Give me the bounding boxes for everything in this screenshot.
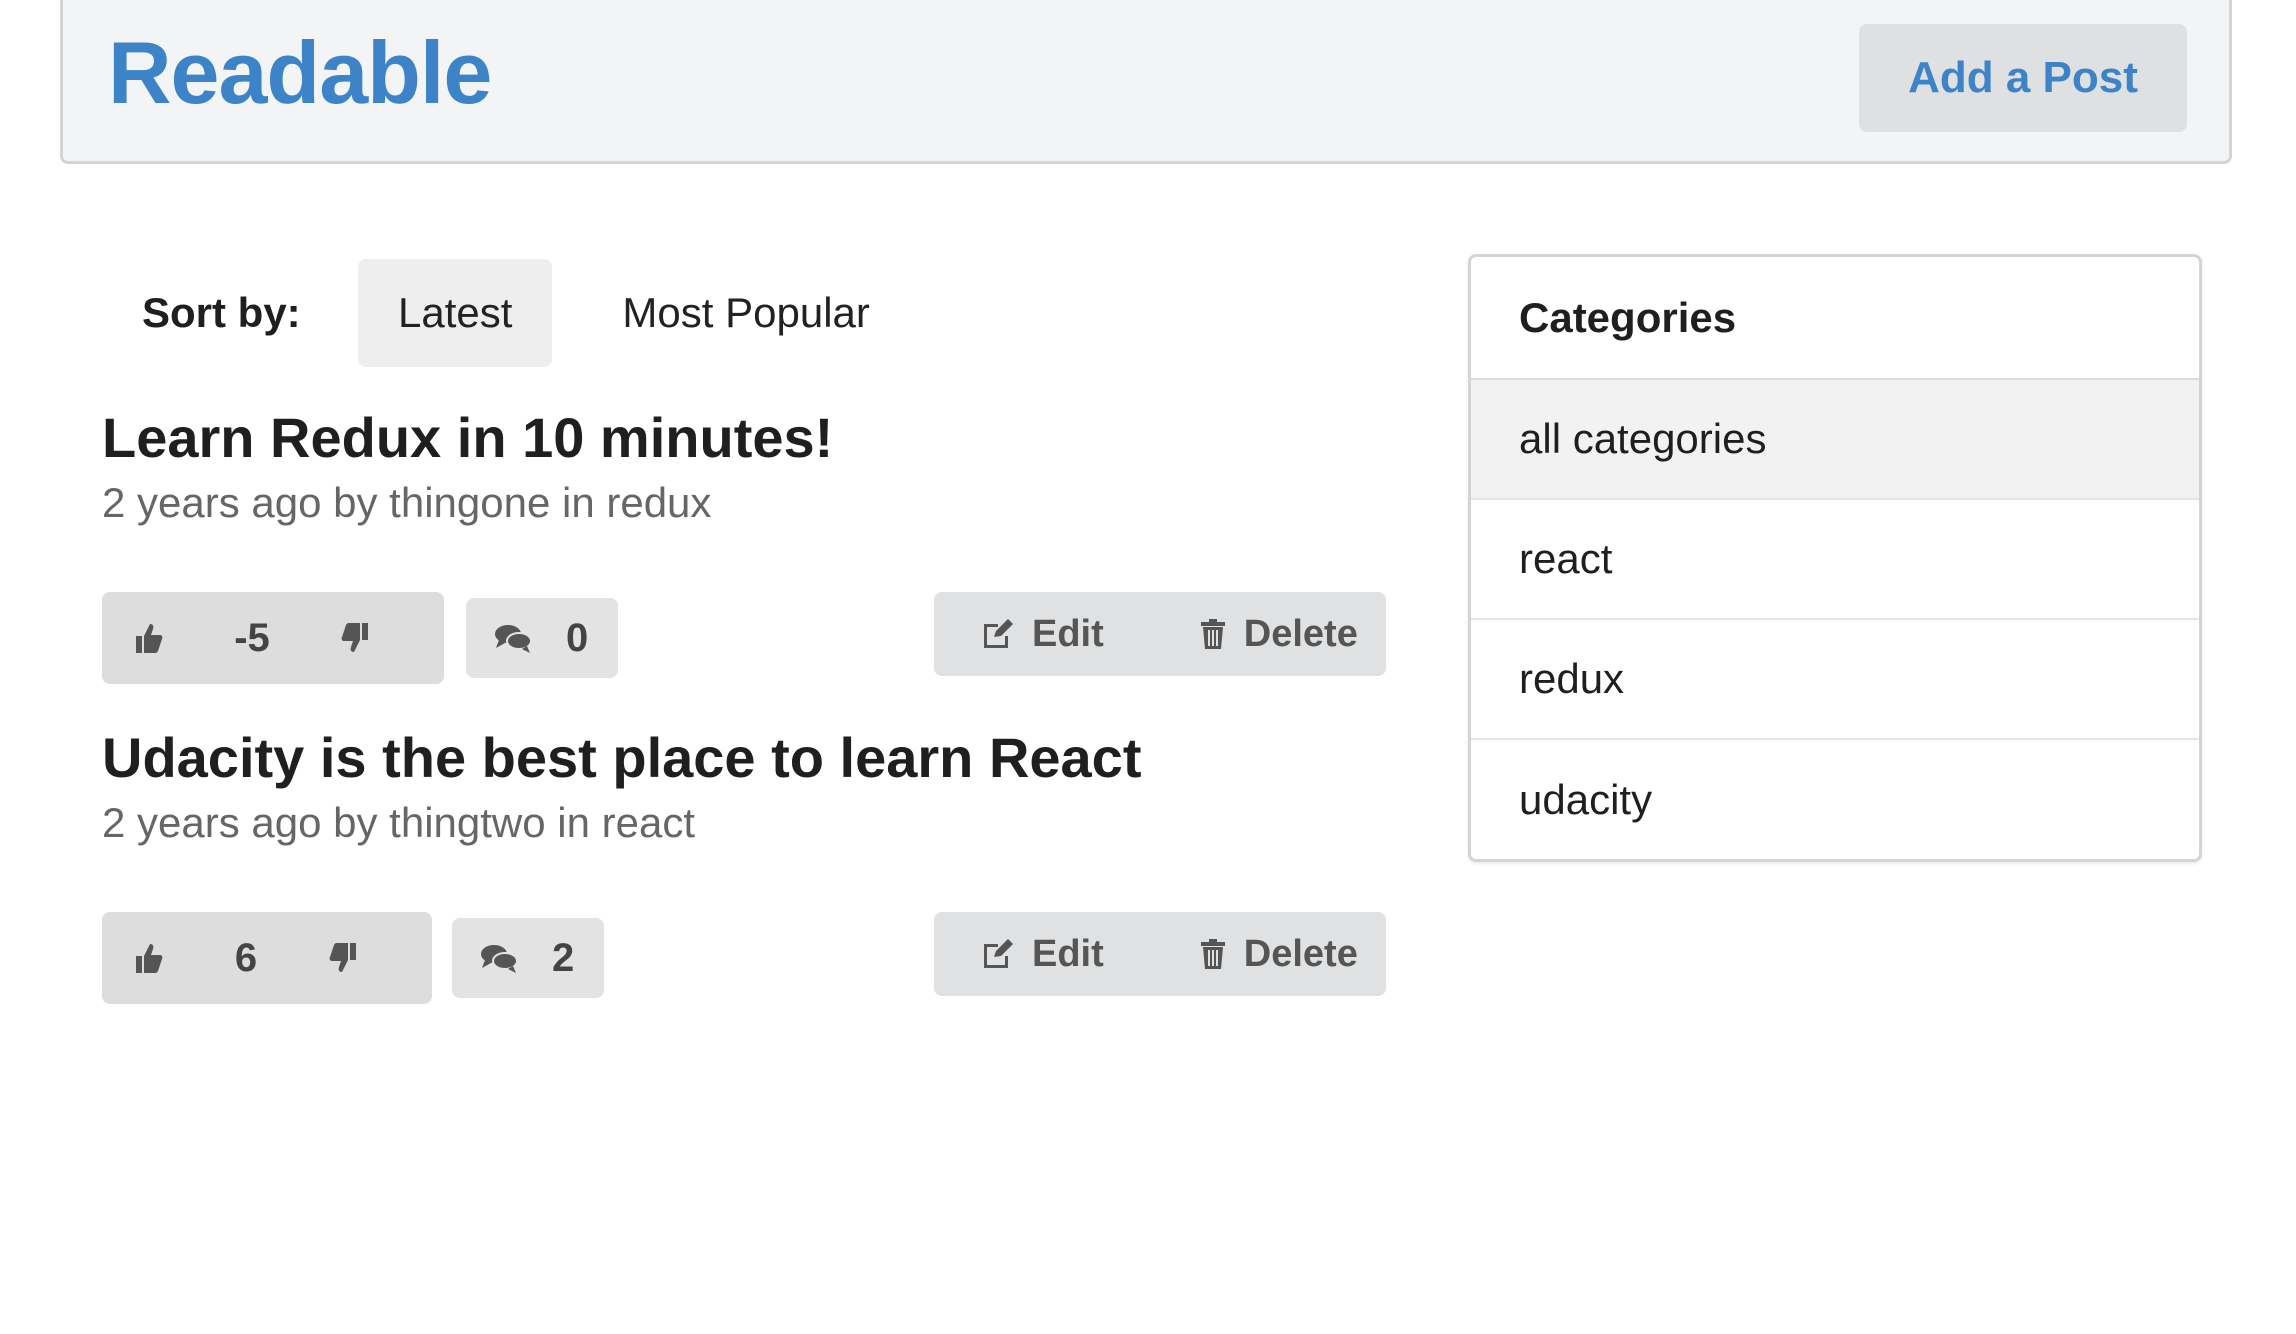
edit-button[interactable]: Edit — [980, 933, 1104, 976]
thumbs-down-icon[interactable] — [340, 621, 370, 655]
comments-icon — [481, 945, 518, 973]
post-meta: 2 years ago by thingtwo in react — [102, 799, 696, 847]
edit-button[interactable]: Edit — [980, 613, 1104, 656]
category-item-udacity[interactable]: udacity — [1471, 740, 2199, 859]
sort-bar: Sort by: Latest Most Popular — [100, 258, 910, 368]
vote-controls: -5 — [102, 592, 444, 684]
vote-score: -5 — [234, 615, 270, 660]
comments-icon — [495, 625, 532, 653]
add-post-button[interactable]: Add a Post — [1859, 24, 2187, 132]
delete-label: Delete — [1243, 612, 1358, 655]
comment-count: 2 — [552, 935, 575, 980]
thumbs-up-icon[interactable] — [134, 621, 164, 655]
comments-button[interactable]: 0 — [466, 598, 619, 678]
edit-icon — [984, 619, 1013, 648]
category-item-redux[interactable]: redux — [1471, 620, 2199, 740]
post-controls: 6 2 Edit Delete — [102, 912, 1386, 1008]
vote-controls: 6 — [102, 912, 432, 1004]
category-item-all[interactable]: all categories — [1471, 380, 2199, 500]
trash-icon — [1200, 939, 1225, 969]
thumbs-down-icon[interactable] — [328, 941, 358, 975]
edit-label: Edit — [1032, 612, 1104, 655]
sort-latest-button[interactable]: Latest — [358, 259, 553, 367]
comment-count: 0 — [566, 615, 589, 660]
post-title[interactable]: Learn Redux in 10 minutes! — [102, 404, 833, 471]
vote-score: 6 — [234, 935, 258, 980]
post-actions: Edit Delete — [934, 592, 1386, 676]
edit-icon — [984, 939, 1013, 968]
trash-icon — [1200, 619, 1225, 649]
categories-panel: Categories all categories react redux ud… — [1468, 254, 2202, 862]
sort-label: Sort by: — [142, 289, 301, 336]
post-title[interactable]: Udacity is the best place to learn React — [102, 724, 1141, 791]
categories-title: Categories — [1471, 257, 2199, 380]
delete-button[interactable]: Delete — [1200, 933, 1358, 976]
post-controls: -5 0 Edit Delete — [102, 592, 1386, 688]
edit-label: Edit — [1032, 932, 1104, 975]
app-header: Readable Add a Post — [60, 0, 2232, 164]
post-item: Learn Redux in 10 minutes! 2 years ago b… — [102, 404, 1386, 684]
category-item-react[interactable]: react — [1471, 500, 2199, 620]
post-meta: 2 years ago by thingone in redux — [102, 479, 712, 527]
post-actions: Edit Delete — [934, 912, 1386, 996]
brand-title[interactable]: Readable — [108, 20, 492, 126]
delete-button[interactable]: Delete — [1200, 613, 1358, 656]
thumbs-up-icon[interactable] — [134, 941, 164, 975]
post-item: Udacity is the best place to learn React… — [102, 724, 1386, 1004]
sort-most-popular-button[interactable]: Most Popular — [582, 259, 909, 367]
delete-label: Delete — [1243, 932, 1358, 975]
comments-button[interactable]: 2 — [452, 918, 605, 998]
